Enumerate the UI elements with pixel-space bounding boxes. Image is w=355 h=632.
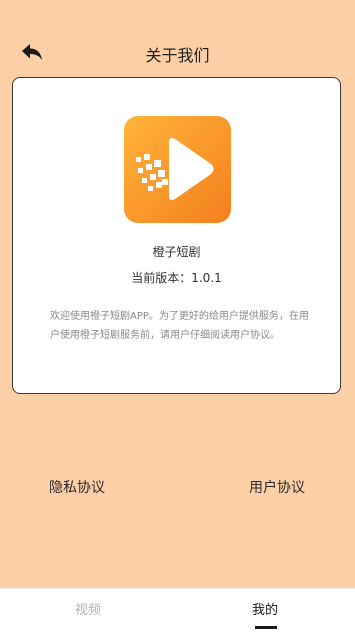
tab-mine[interactable]: 我的 <box>252 599 278 618</box>
bottom-tab-bar: 视频 我的 <box>0 588 355 632</box>
agreement-links: 隐私协议 用户协议 <box>0 477 355 499</box>
version-value: 1.0.1 <box>191 271 222 285</box>
about-card: 橙子短剧 当前版本：1.0.1 欢迎使用橙子短剧APP。为了更好的给用户提供服务… <box>12 77 341 394</box>
header-bar: 关于我们 <box>0 30 355 74</box>
page-title: 关于我们 <box>145 46 210 65</box>
version-line: 当前版本：1.0.1 <box>13 269 340 286</box>
version-label: 当前版本： <box>131 271 192 285</box>
app-description: 欢迎使用橙子短剧APP。为了更好的给用户提供服务，在用户使用橙子短剧服务前，请用… <box>50 311 309 341</box>
user-agreement-link[interactable]: 用户协议 <box>249 477 305 497</box>
tab-video[interactable]: 视频 <box>75 599 101 618</box>
active-tab-indicator <box>255 626 277 629</box>
app-name: 橙子短剧 <box>152 245 201 259</box>
play-logo-icon <box>124 116 231 223</box>
privacy-policy-link[interactable]: 隐私协议 <box>49 477 105 497</box>
